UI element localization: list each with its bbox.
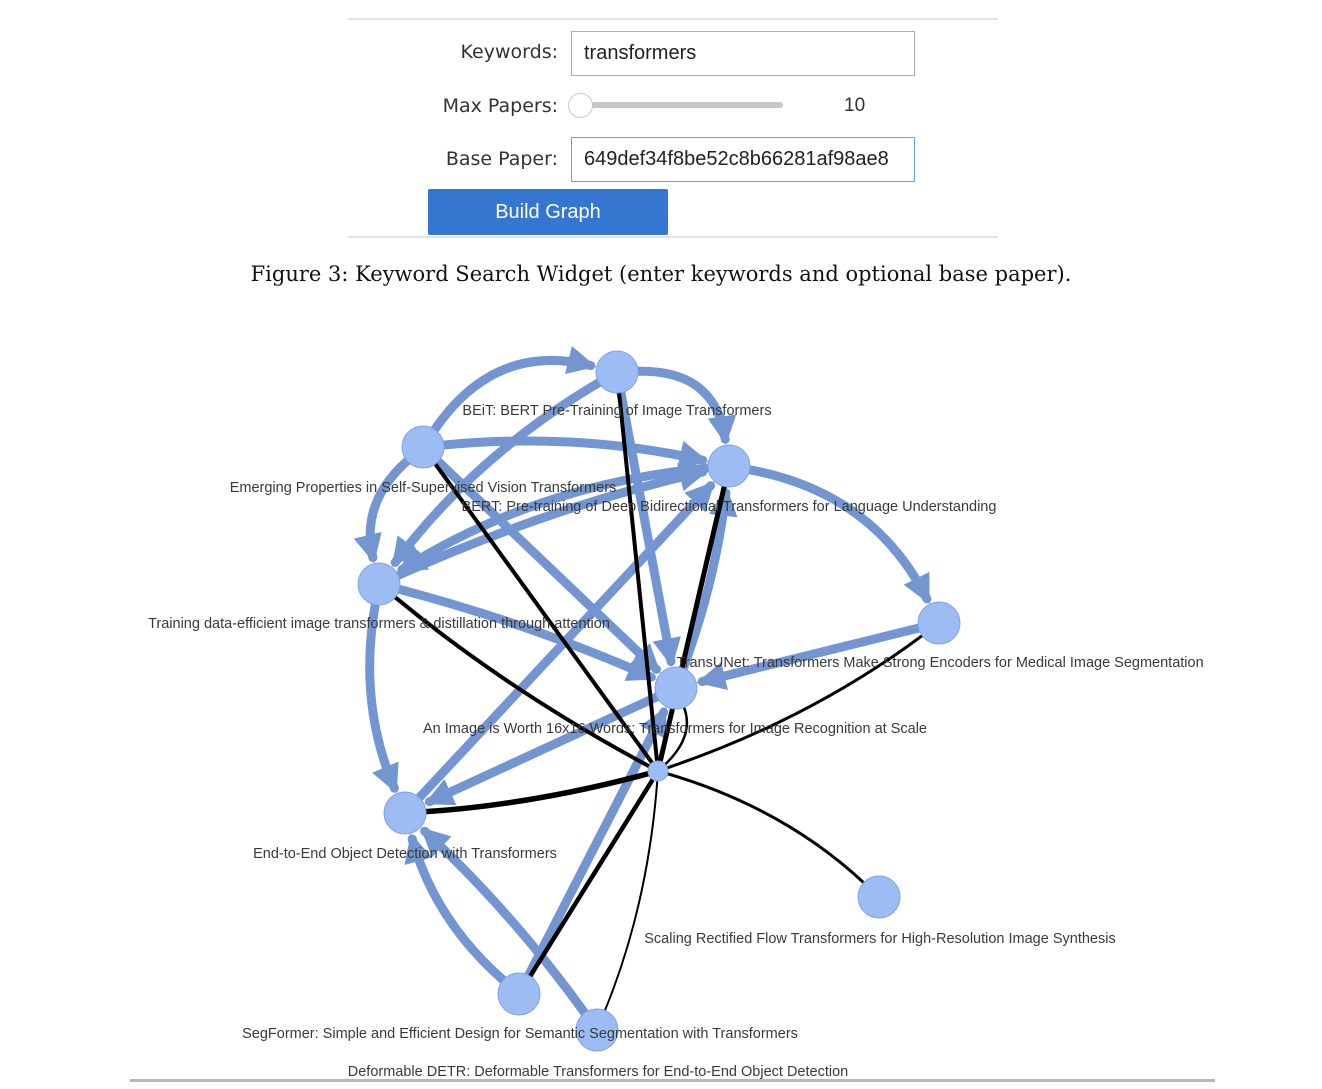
max-papers-slider-thumb[interactable] — [568, 93, 593, 118]
graph-node-segformer[interactable] — [497, 972, 541, 1016]
base-paper-input[interactable]: 649def34f8be52c8b66281af98ae8 — [571, 137, 915, 182]
max-papers-slider-track[interactable] — [581, 102, 783, 108]
citation-edge-dino-deit — [353, 455, 414, 564]
graph-node-label-ddetr: Deformable DETR: Deformable Transformers… — [348, 1064, 848, 1080]
citation-edge-dino-bert — [437, 436, 709, 470]
figure-3-caption: Figure 3: Keyword Search Widget (enter k… — [250, 262, 1072, 286]
graph-node-label-vit: An Image is Worth 16x16 Words: Transform… — [423, 721, 927, 737]
keywords-label: Keywords: — [460, 41, 558, 63]
base-paper-label: Base Paper: — [445, 148, 558, 170]
graph-node-transunet[interactable] — [654, 666, 698, 710]
graph-node-label-beit: BEiT: BERT Pre-Training of Image Transfo… — [462, 403, 771, 419]
citation-graph-svg: BEiT: BERT Pre-Training of Image Transfo… — [148, 346, 1204, 1080]
similarity-edge-segformer-vit — [527, 776, 656, 980]
keyword-search-widget: Keywords: transformers Max Papers: 10 Ba… — [348, 18, 998, 238]
graph-node-sd3[interactable] — [857, 875, 901, 919]
graph-node-detr[interactable] — [383, 791, 427, 835]
graph-node-label-segformer: SegFormer: Simple and Efficient Design f… — [242, 1026, 798, 1042]
graph-node-extra[interactable] — [917, 601, 961, 645]
graph-node-label-sd3: Scaling Rectified Flow Transformers for … — [644, 931, 1115, 947]
graph-node-dino[interactable] — [401, 425, 445, 469]
citation-edge-bert-extra — [743, 464, 932, 605]
citation-graph: BEiT: BERT Pre-Training of Image Transfo… — [0, 330, 1322, 1084]
graph-node-beit[interactable] — [595, 350, 639, 394]
max-papers-label: Max Papers: — [442, 95, 558, 117]
graph-node-label-dino: Emerging Properties in Self-Supervised V… — [230, 480, 617, 496]
citation-edge-beit-transunet — [616, 386, 681, 668]
graph-node-deit[interactable] — [357, 562, 401, 606]
citation-edge-dino-beit — [429, 346, 597, 436]
max-papers-value: 10 — [844, 95, 866, 116]
graph-node-label-transunet: TransUNet: Transformers Make Strong Enco… — [676, 655, 1203, 671]
similarity-edge-sd3-vit — [665, 771, 867, 886]
graph-node-bert[interactable] — [707, 444, 751, 488]
keywords-input[interactable]: transformers — [571, 31, 915, 76]
graph-bottom-rule — [130, 1079, 1215, 1082]
graph-node-label-bert: BERT: Pre-training of Deep Bidirectional… — [462, 499, 997, 515]
build-graph-button[interactable]: Build Graph — [428, 189, 668, 235]
graph-node-label-detr: End-to-End Object Detection with Transfo… — [253, 846, 557, 862]
graph-node-label-deit: Training data-efficient image transforme… — [148, 616, 610, 632]
graph-node-vit[interactable] — [647, 760, 669, 782]
